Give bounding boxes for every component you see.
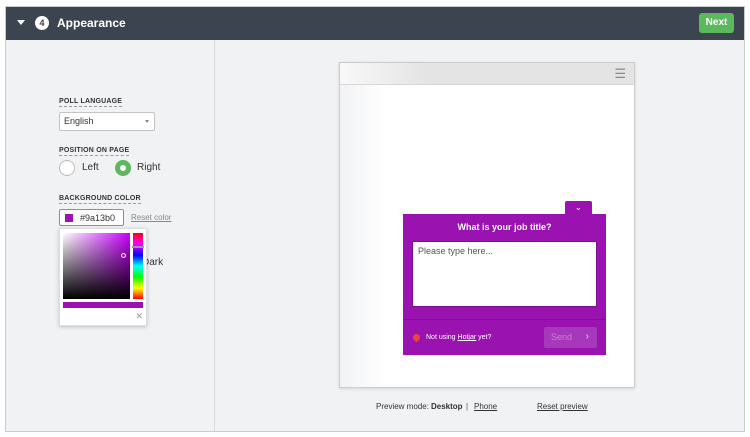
preview-mode-label: Preview mode:	[376, 402, 429, 411]
position-label: POSITION ON PAGE	[59, 147, 130, 156]
color-hex-value: #9a13b0	[80, 213, 116, 223]
preview-panel: ☰ ⌄ What is your job title? Please type …	[216, 40, 744, 431]
section-title: Appearance	[57, 16, 126, 30]
background-color-input[interactable]: #9a13b0	[59, 209, 124, 226]
hotjar-link[interactable]: Hotjar	[458, 334, 477, 341]
current-color-strip	[63, 302, 143, 308]
caret-down-icon[interactable]	[17, 20, 25, 25]
position-right-label[interactable]: Right	[137, 162, 160, 173]
hamburger-icon: ☰	[614, 66, 626, 81]
browser-toolbar: ☰	[340, 63, 634, 85]
chevron-right-icon: ›	[585, 331, 589, 342]
background-color-label: BACKGROUND COLOR	[59, 195, 141, 204]
send-label: Send	[551, 332, 573, 342]
settings-panel: POLL LANGUAGE English POSITION ON PAGE L…	[6, 40, 215, 431]
select-arrow-icon	[145, 120, 149, 123]
position-left-radio[interactable]	[59, 160, 75, 176]
position-left-label[interactable]: Left	[82, 162, 99, 173]
preview-fade	[340, 85, 385, 387]
saturation-handle[interactable]	[121, 253, 126, 258]
section-header[interactable]: 4 Appearance Next	[6, 7, 744, 40]
next-button[interactable]: Next	[699, 13, 734, 33]
footer-suffix: yet?	[478, 334, 492, 341]
preview-separator: |	[466, 402, 469, 411]
poll-language-label: POLL LANGUAGE	[59, 98, 123, 107]
poll-language-value: English	[64, 116, 94, 126]
preview-desktop-option[interactable]: Desktop	[431, 402, 463, 411]
reset-color-link[interactable]: Reset color	[131, 213, 171, 222]
step-number-badge: 4	[35, 16, 49, 30]
poll-footer: Not using Hotjar yet? Send ›	[403, 319, 606, 355]
app-frame: 4 Appearance Next POLL LANGUAGE English …	[5, 6, 745, 432]
color-swatch	[65, 214, 73, 222]
hotjar-icon	[411, 332, 422, 343]
poll-toggle-tab[interactable]: ⌄	[565, 201, 592, 215]
saturation-area[interactable]	[63, 233, 130, 299]
chevron-down-icon: ⌄	[575, 203, 582, 212]
hue-handle[interactable]	[132, 246, 144, 248]
send-button[interactable]: Send ›	[544, 327, 597, 348]
poll-question: What is your job title?	[457, 222, 552, 232]
preview-phone-link[interactable]: Phone	[474, 402, 497, 411]
hue-slider[interactable]	[132, 233, 144, 299]
poll-language-select[interactable]: English	[59, 112, 155, 131]
poll-footer-text: Not using Hotjar yet?	[426, 334, 491, 341]
poll-answer-textarea[interactable]: Please type here...	[412, 241, 597, 307]
position-right-radio[interactable]	[115, 160, 131, 176]
poll-widget: What is your job title? Please type here…	[403, 214, 606, 355]
color-picker: ✕	[59, 228, 147, 326]
footer-prefix: Not using	[426, 334, 456, 341]
close-icon[interactable]: ✕	[135, 311, 143, 322]
browser-preview: ☰ ⌄ What is your job title? Please type …	[339, 62, 635, 388]
reset-preview-link[interactable]: Reset preview	[537, 402, 588, 411]
